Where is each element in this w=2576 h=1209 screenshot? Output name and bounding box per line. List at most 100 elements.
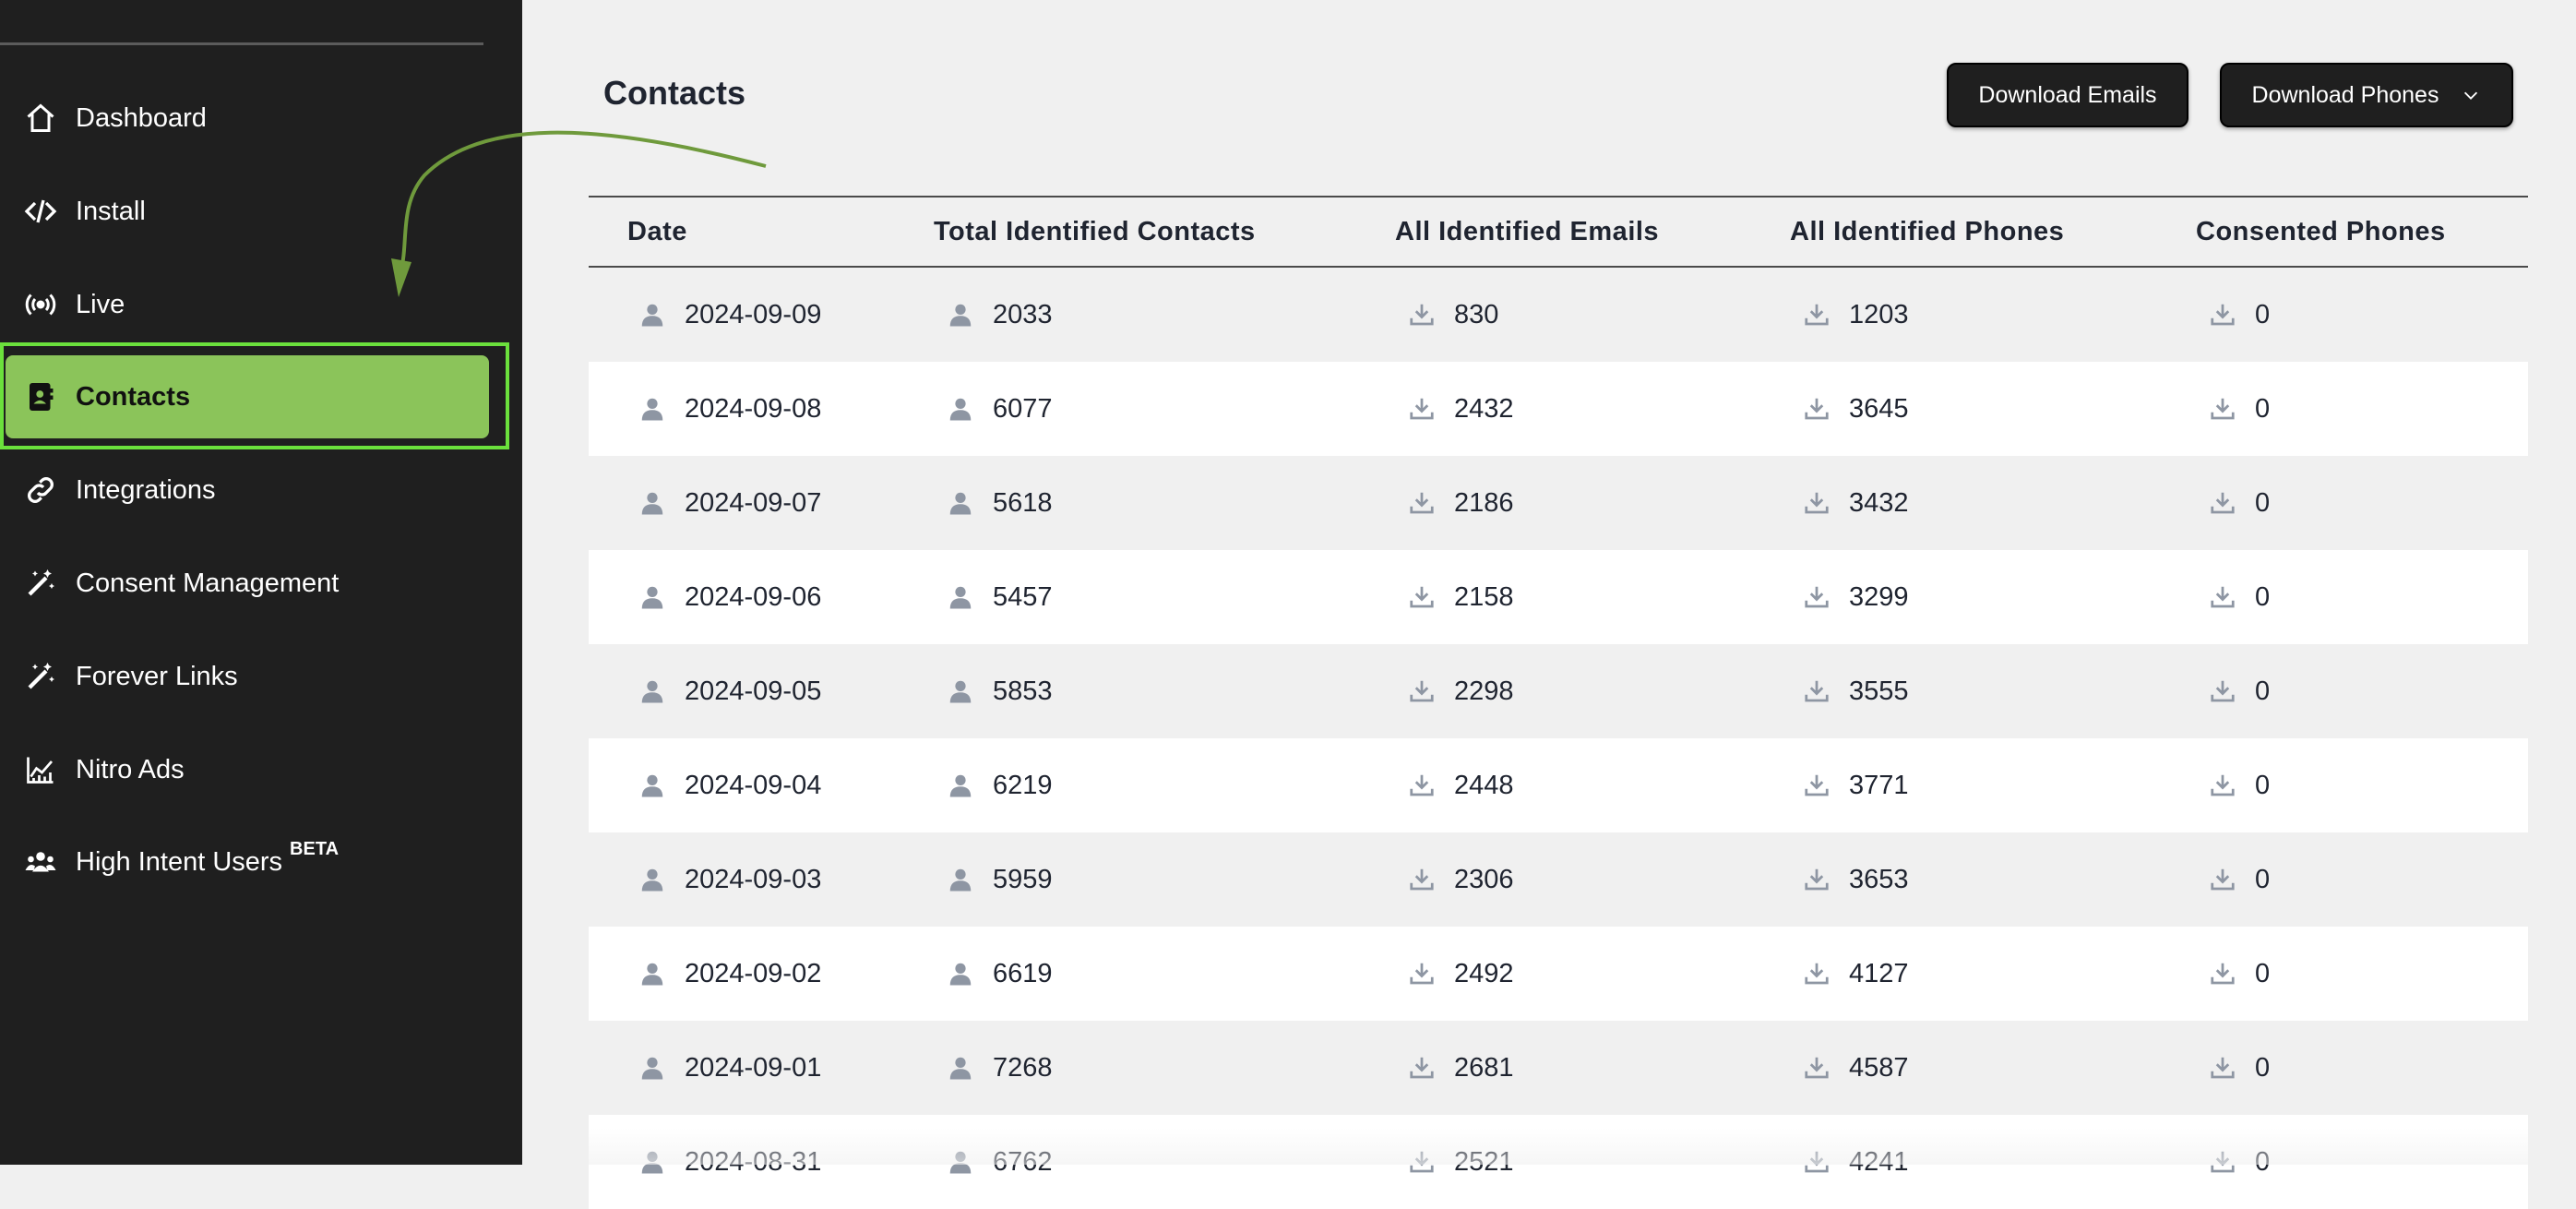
cell-emails: 2432 [1408, 362, 1514, 456]
cell-emails: 2158 [1408, 550, 1514, 644]
download-icon[interactable] [1408, 489, 1454, 517]
download-icon[interactable] [2209, 772, 2255, 799]
column-header-phones[interactable]: All Identified Phones [1790, 217, 2064, 247]
cell-value: 2024-09-08 [685, 393, 822, 424]
person-icon [638, 583, 685, 611]
cell-date: 2024-09-08 [638, 362, 821, 456]
person-icon [638, 489, 685, 517]
column-header-total-contacts[interactable]: Total Identified Contacts [934, 217, 1256, 247]
table-body: 2024-09-09 2033 830 1203 0 2024-09-08 6077 2432… [589, 268, 2528, 1209]
column-header-consented-phones[interactable]: Consented Phones [2196, 217, 2446, 247]
cell-value: 3653 [1849, 864, 1909, 894]
cell-date: 2024-09-06 [638, 550, 821, 644]
table-row[interactable]: 2024-09-09 2033 830 1203 0 [589, 268, 2528, 362]
download-icon[interactable] [1408, 960, 1454, 988]
cell-consented-phones: 0 [2209, 456, 2270, 550]
table-row[interactable]: 2024-09-02 6619 2492 4127 0 [589, 927, 2528, 1021]
table-row[interactable]: 2024-09-01 7268 2681 4587 0 [589, 1021, 2528, 1115]
sidebar-item-integrations[interactable]: Integrations [0, 446, 489, 534]
sidebar-item-label: Consent Management [76, 568, 340, 598]
download-icon[interactable] [1408, 395, 1454, 423]
download-icon[interactable] [1408, 1054, 1454, 1082]
cell-value: 6219 [993, 770, 1053, 800]
sidebar-item-install[interactable]: Install [0, 167, 489, 256]
person-icon [638, 301, 685, 329]
sidebar-item-label: Install [76, 196, 146, 226]
download-icon[interactable] [1803, 772, 1849, 799]
cell-total-contacts: 2033 [947, 268, 1053, 362]
cell-emails: 2306 [1408, 832, 1514, 927]
cell-value: 5959 [993, 864, 1053, 894]
cell-phones: 1203 [1803, 268, 1909, 362]
person-icon [947, 489, 993, 517]
cell-value: 2024-09-03 [685, 864, 822, 894]
download-icon[interactable] [2209, 301, 2255, 329]
cell-emails: 2448 [1408, 738, 1514, 832]
cell-value: 3771 [1849, 770, 1909, 800]
table-row[interactable]: 2024-09-03 5959 2306 3653 0 [589, 832, 2528, 927]
cell-value: 2448 [1454, 770, 1514, 800]
person-icon [947, 960, 993, 988]
person-icon [947, 677, 993, 705]
cell-value: 0 [2255, 581, 2271, 612]
download-icon[interactable] [1803, 489, 1849, 517]
download-icon[interactable] [2209, 866, 2255, 893]
download-phones-button[interactable]: Download Phones [2220, 63, 2513, 127]
table-row[interactable]: 2024-09-08 6077 2432 3645 0 [589, 362, 2528, 456]
download-icon[interactable] [1803, 395, 1849, 423]
cell-value: 2024-09-09 [685, 299, 822, 329]
cell-date: 2024-09-01 [638, 1021, 821, 1115]
download-icon[interactable] [1803, 1054, 1849, 1082]
download-icon[interactable] [1803, 583, 1849, 611]
table-row[interactable]: 2024-09-07 5618 2186 3432 0 [589, 456, 2528, 550]
download-emails-button[interactable]: Download Emails [1947, 63, 2188, 127]
download-icon[interactable] [1408, 677, 1454, 705]
table-row[interactable]: 2024-09-04 6219 2448 3771 0 [589, 738, 2528, 832]
cell-total-contacts: 5853 [947, 644, 1053, 738]
cell-value: 7268 [993, 1052, 1053, 1083]
cell-value: 3645 [1849, 393, 1909, 424]
cell-value: 0 [2255, 958, 2271, 988]
download-icon[interactable] [2209, 395, 2255, 423]
sidebar-item-live[interactable]: Live [0, 260, 489, 349]
contacts-table: Date Total Identified Contacts All Ident… [589, 196, 2528, 1209]
download-icon[interactable] [2209, 1054, 2255, 1082]
cell-date: 2024-09-05 [638, 644, 821, 738]
download-icon[interactable] [2209, 677, 2255, 705]
download-icon[interactable] [1803, 866, 1849, 893]
download-icon[interactable] [2209, 960, 2255, 988]
cell-consented-phones: 0 [2209, 268, 2270, 362]
sidebar-item-forever-links[interactable]: Forever Links [0, 632, 489, 721]
cell-emails: 2492 [1408, 927, 1514, 1021]
home-icon [22, 100, 59, 137]
magic-wand-icon [22, 658, 59, 695]
sidebar-item-nitro-ads[interactable]: Nitro Ads [0, 725, 489, 814]
table-row[interactable]: 2024-09-06 5457 2158 3299 0 [589, 550, 2528, 644]
download-icon[interactable] [1408, 772, 1454, 799]
cell-emails: 2298 [1408, 644, 1514, 738]
download-icon[interactable] [1803, 301, 1849, 329]
sidebar-item-consent-management[interactable]: Consent Management [0, 539, 489, 628]
download-icon[interactable] [1408, 866, 1454, 893]
download-icon[interactable] [1408, 583, 1454, 611]
cell-phones: 3645 [1803, 362, 1909, 456]
sidebar-item-dashboard[interactable]: Dashboard [0, 74, 489, 162]
download-icon[interactable] [2209, 489, 2255, 517]
cell-total-contacts: 5959 [947, 832, 1053, 927]
cell-value: 0 [2255, 676, 2271, 706]
table-row[interactable]: 2024-09-05 5853 2298 3555 0 [589, 644, 2528, 738]
cell-total-contacts: 5457 [947, 550, 1053, 644]
download-icon[interactable] [2209, 583, 2255, 611]
sidebar-item-high-intent-users[interactable]: High Intent Users BETA [0, 818, 489, 906]
column-header-date[interactable]: Date [627, 217, 687, 247]
chart-icon [22, 751, 59, 788]
sidebar-item-label: High Intent Users [76, 846, 283, 877]
cell-value: 2024-09-02 [685, 958, 822, 988]
download-icon[interactable] [1408, 301, 1454, 329]
sidebar-item-contacts[interactable]: Contacts [6, 355, 489, 438]
download-icon[interactable] [1803, 960, 1849, 988]
sidebar-item-label: Forever Links [76, 661, 238, 691]
cell-phones: 4127 [1803, 927, 1909, 1021]
column-header-emails[interactable]: All Identified Emails [1395, 217, 1659, 247]
download-icon[interactable] [1803, 677, 1849, 705]
